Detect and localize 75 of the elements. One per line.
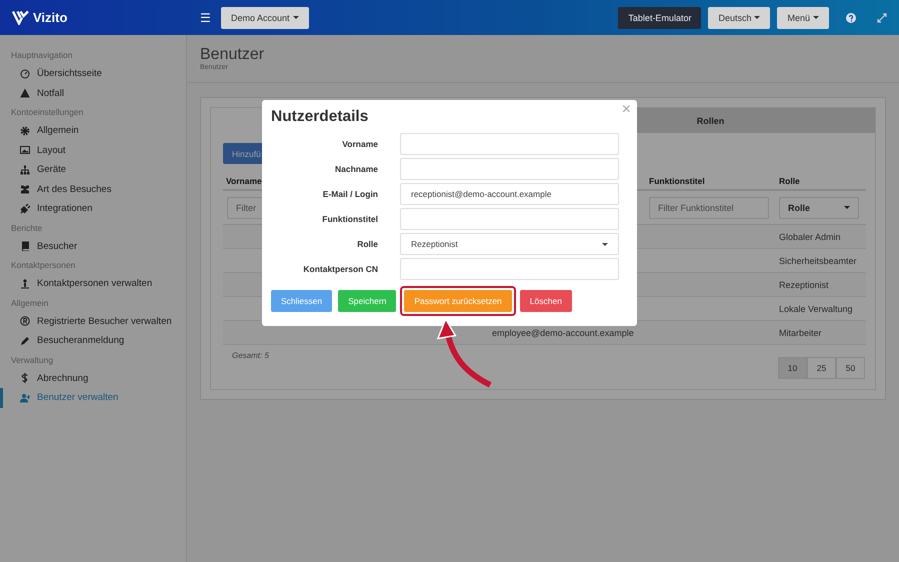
- field-label: Nachname: [335, 164, 378, 174]
- caret-icon: [602, 242, 608, 246]
- sidebar-heading: Verwaltung: [10, 354, 54, 367]
- sidebar-item[interactable]: Layout: [0, 140, 187, 160]
- sidebar-item[interactable]: Integrationen: [0, 199, 187, 218]
- input-field[interactable]: [400, 133, 619, 155]
- input-field[interactable]: receptionist@demo-account.example: [400, 183, 619, 205]
- table-cell: Sicherheitsbeamter: [779, 256, 857, 266]
- sidebar-item[interactable]: Besucher: [0, 236, 187, 256]
- dollar-icon: [20, 373, 30, 384]
- sidebar-item[interactable]: Abrechnung: [0, 368, 187, 388]
- users-icon: [20, 184, 30, 194]
- column-header: Funktionstitel: [649, 176, 705, 186]
- role-filter[interactable]: Rolle: [779, 196, 859, 218]
- page-size-button[interactable]: 50: [836, 357, 865, 379]
- book-icon: [20, 241, 30, 252]
- sidebar-item[interactable]: Art des Besuches: [0, 180, 187, 199]
- emulator-button[interactable]: Tablet-Emulator: [618, 6, 702, 28]
- user-plus-icon: [20, 392, 30, 403]
- modal-title: Nutzerdetails: [271, 108, 368, 126]
- dropdown-button[interactable]: Deutsch: [708, 6, 770, 28]
- sidebar-heading: Kontoeinstellungen: [10, 106, 84, 119]
- caret-icon: [292, 16, 299, 19]
- table-cell: Rezeptionist: [779, 280, 829, 290]
- gauge-icon: [20, 68, 30, 79]
- dropdown-button[interactable]: Menü: [777, 6, 829, 28]
- sidebar-heading: Kontaktpersonen: [10, 259, 76, 272]
- sidebar-item[interactable]: Besucheranmeldung: [0, 331, 187, 350]
- hierarchy-icon: [20, 164, 30, 175]
- sidebar-heading: Hauptnavigation: [10, 49, 74, 62]
- image-icon: [20, 145, 30, 156]
- field-label: Rolle: [357, 239, 378, 249]
- page-size-button[interactable]: 10: [778, 357, 807, 379]
- sidebar-item[interactable]: Übersichtsseite: [0, 64, 187, 84]
- select-field[interactable]: Rezeptionist: [400, 233, 619, 255]
- menu-button[interactable]: ☰: [200, 10, 211, 24]
- table-cell: employee@demo-account.example: [492, 328, 634, 338]
- expand-icon[interactable]: [877, 12, 887, 22]
- gear-icon: [20, 126, 30, 136]
- sidebar-item[interactable]: Geräte: [0, 160, 187, 180]
- caret-icon: [844, 206, 850, 209]
- column-header: Vorname: [226, 176, 262, 186]
- sidebar-item[interactable]: Allgemein: [0, 121, 187, 140]
- input-field[interactable]: [400, 208, 619, 230]
- input-field[interactable]: [400, 158, 619, 180]
- help-icon[interactable]: [846, 12, 856, 22]
- field-label: E-Mail / Login: [322, 189, 378, 199]
- field-label: Funktionstitel: [322, 214, 378, 224]
- registered-icon: [20, 316, 30, 326]
- caret-icon: [754, 16, 760, 19]
- delete-button[interactable]: Löschen: [520, 290, 572, 312]
- sidebar-heading: Allgemein: [10, 296, 50, 310]
- person-icon: [20, 278, 30, 289]
- input-field[interactable]: [400, 258, 619, 280]
- table-cell: Globaler Admin: [779, 232, 841, 242]
- field-label: Kontaktperson CN: [303, 264, 378, 274]
- page-title: Benutzer: [200, 46, 264, 64]
- logo-icon: [12, 10, 29, 25]
- warning-icon: [20, 88, 30, 98]
- field-label: Vorname: [342, 139, 378, 149]
- table-cell: Lokale Verwaltung: [779, 304, 853, 314]
- sidebar-item[interactable]: Kontaktpersonen verwalten: [0, 274, 187, 294]
- sidebar-item[interactable]: Notfall: [0, 84, 187, 103]
- table-cell: Mitarbeiter: [779, 328, 822, 338]
- total-count: Gesamt: 5: [232, 351, 269, 362]
- account-dropdown[interactable]: Demo Account: [221, 6, 309, 28]
- sidebar-item[interactable]: Registrierte Besucher verwalten: [0, 312, 187, 331]
- sidebar-heading: Berichte: [10, 222, 44, 234]
- caret-icon: [813, 16, 819, 19]
- logo-text: Vizito: [33, 10, 68, 25]
- column-header: Rolle: [779, 176, 800, 186]
- filter-field[interactable]: Filter Funktionstitel: [649, 196, 769, 218]
- plug-icon: [20, 204, 30, 214]
- page-size-button[interactable]: 25: [807, 357, 836, 379]
- pencil-icon: [20, 336, 30, 346]
